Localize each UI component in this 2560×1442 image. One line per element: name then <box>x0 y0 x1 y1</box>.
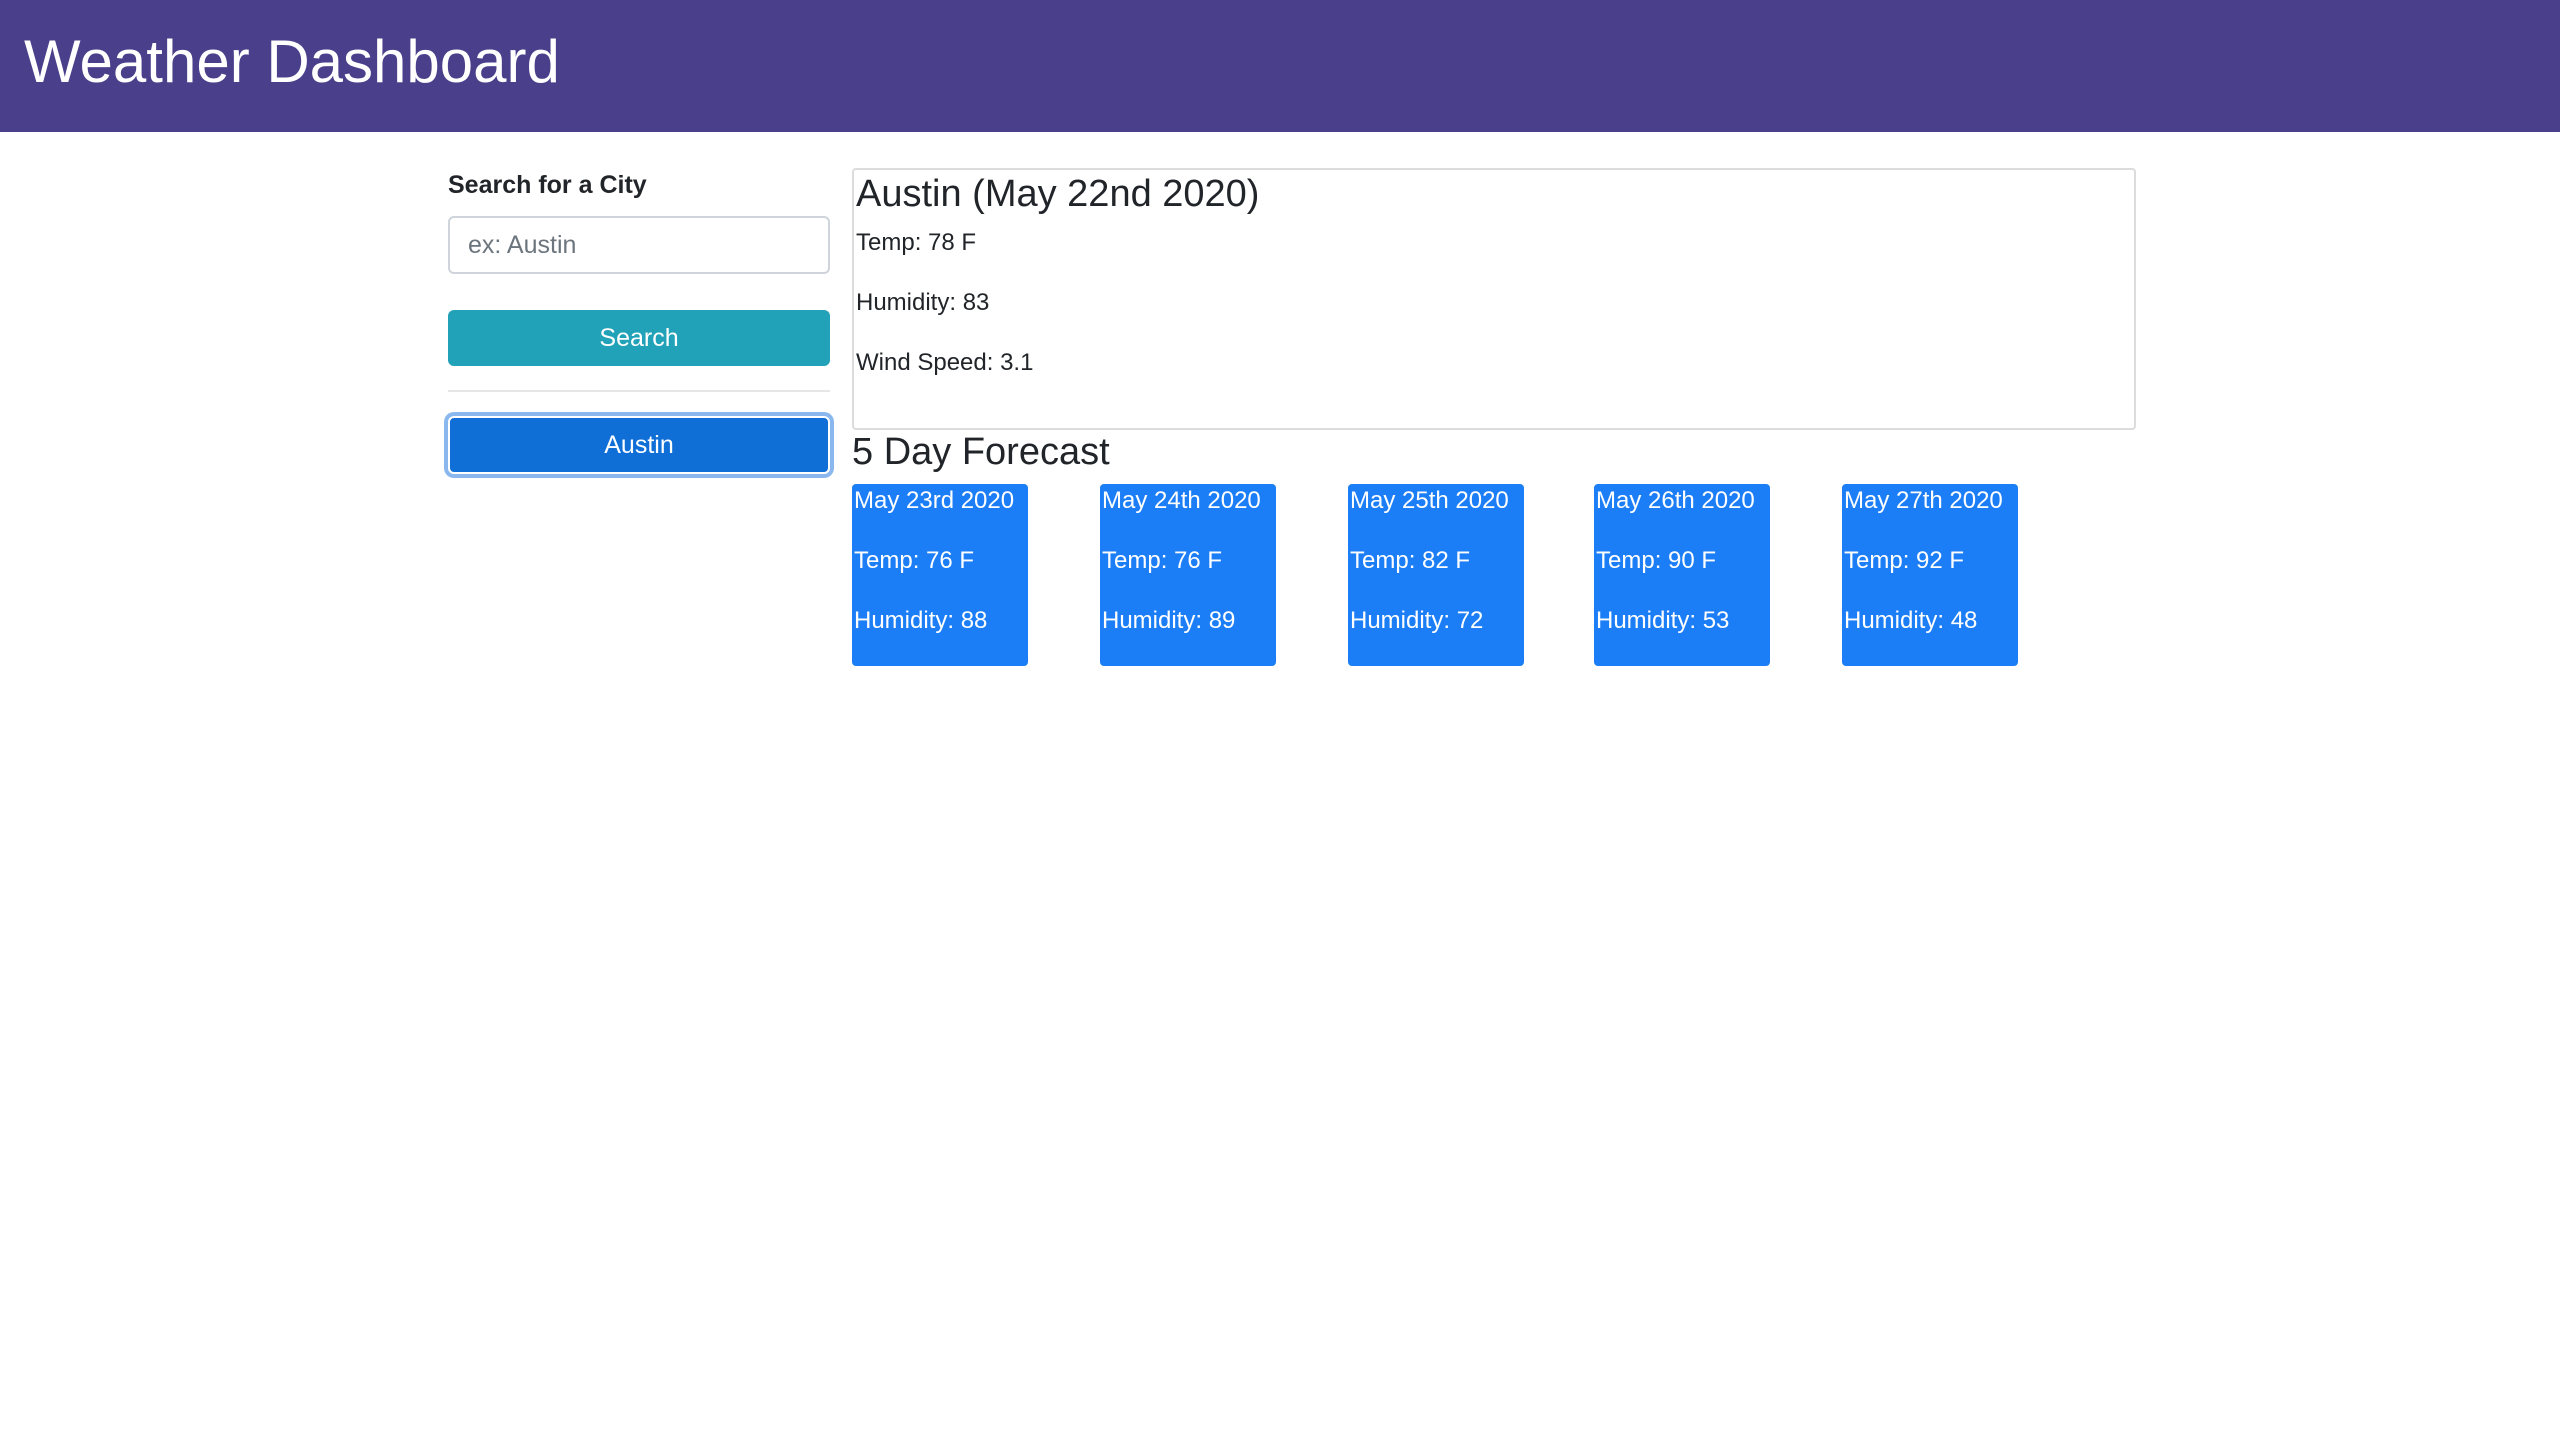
forecast-date: May 27th 2020 <box>1844 487 2003 514</box>
forecast-humidity: Humidity: 48 <box>1844 607 1978 634</box>
forecast-date: May 26th 2020 <box>1596 487 1755 514</box>
forecast-temp: Temp: 92 F <box>1844 547 1965 574</box>
current-wind-speed: Wind Speed: 3.1 <box>856 349 1034 376</box>
forecast-date: May 25th 2020 <box>1350 487 1509 514</box>
forecast-date: May 24th 2020 <box>1102 487 1261 514</box>
forecast-temp: Temp: 90 F <box>1596 547 1717 574</box>
history-city-austin-button[interactable]: Austin <box>448 416 830 474</box>
forecast-title: 5 Day Forecast <box>852 431 1110 473</box>
forecast-temp: Temp: 76 F <box>1102 547 1223 574</box>
forecast-date: May 23rd 2020 <box>854 487 1015 514</box>
sidebar-divider <box>448 390 830 392</box>
forecast-card: May 23rd 2020 Temp: 76 F Humidity: 88 <box>852 484 1028 666</box>
current-temp: Temp: 78 F <box>856 229 977 256</box>
forecast-humidity: Humidity: 72 <box>1350 607 1484 634</box>
forecast-row: May 23rd 2020 Temp: 76 F Humidity: 88 Ma… <box>852 484 2152 666</box>
app-title: Weather Dashboard <box>24 28 560 95</box>
forecast-card: May 27th 2020 Temp: 92 F Humidity: 48 <box>1842 484 2018 666</box>
search-button[interactable]: Search <box>448 310 830 366</box>
forecast-card: May 24th 2020 Temp: 76 F Humidity: 89 <box>1100 484 1276 666</box>
forecast-temp: Temp: 76 F <box>854 547 975 574</box>
city-search-input[interactable] <box>448 216 830 274</box>
forecast-card: May 25th 2020 Temp: 82 F Humidity: 72 <box>1348 484 1524 666</box>
forecast-temp: Temp: 82 F <box>1350 547 1471 574</box>
forecast-humidity: Humidity: 89 <box>1102 607 1236 634</box>
current-humidity: Humidity: 83 <box>856 289 990 316</box>
search-label: Search for a City <box>448 171 647 199</box>
current-city-title: Austin (May 22nd 2020) <box>856 173 1260 215</box>
forecast-humidity: Humidity: 88 <box>854 607 988 634</box>
forecast-humidity: Humidity: 53 <box>1596 607 1730 634</box>
forecast-card: May 26th 2020 Temp: 90 F Humidity: 53 <box>1594 484 1770 666</box>
current-weather-card: Austin (May 22nd 2020) Temp: 78 F Humidi… <box>852 168 2136 430</box>
navbar: Weather Dashboard <box>0 0 2560 132</box>
